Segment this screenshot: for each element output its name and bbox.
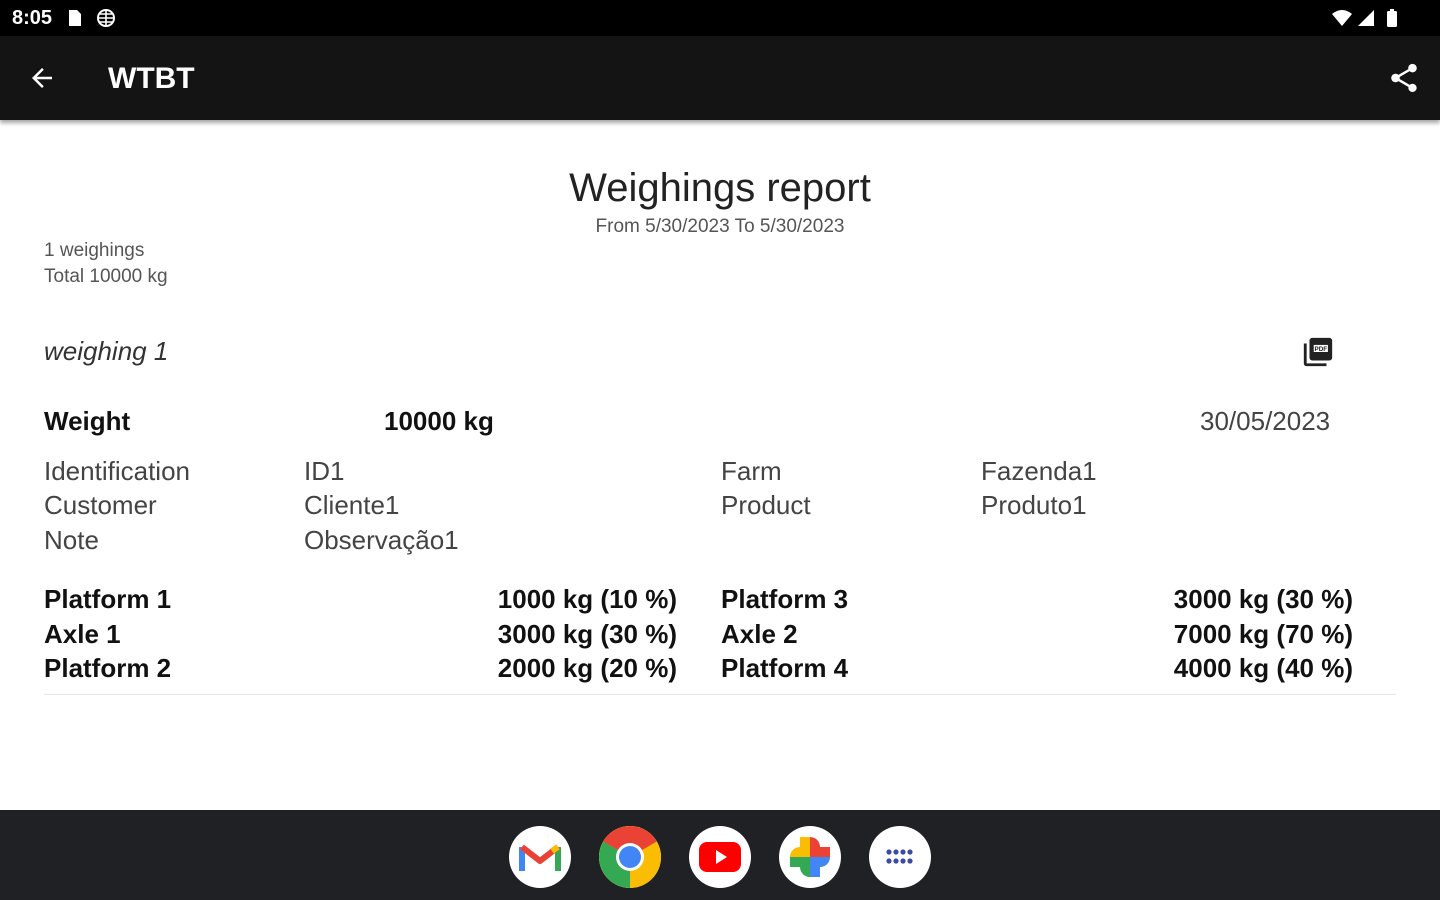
breakdown-left-value: 2000 kg (20 %) bbox=[497, 653, 677, 683]
youtube-app[interactable] bbox=[689, 826, 751, 888]
chrome-app[interactable] bbox=[599, 826, 661, 888]
weight-value: 10000 kg bbox=[384, 406, 494, 436]
google-photos-icon bbox=[790, 837, 830, 877]
weighing-title: weighing 1 bbox=[44, 336, 169, 366]
farm-value: Fazenda1 bbox=[981, 456, 1097, 486]
breakdown-left-label: Platform 2 bbox=[44, 653, 172, 683]
cell-signal-icon bbox=[1358, 10, 1374, 26]
gmail-app[interactable] bbox=[509, 826, 571, 888]
picture-as-pdf-icon: PDF bbox=[1303, 337, 1333, 367]
breakdown-right-label: Axle 2 bbox=[721, 619, 798, 649]
breakdown-left-label: Axle 1 bbox=[44, 619, 121, 649]
svg-text:PDF: PDF bbox=[1314, 346, 1327, 353]
product-value: Produto1 bbox=[981, 490, 1087, 520]
youtube-icon bbox=[699, 842, 741, 872]
breakdown-right-value: 3000 kg (30 %) bbox=[1173, 584, 1353, 614]
breakdown-left-value: 3000 kg (30 %) bbox=[497, 619, 677, 649]
wifi-icon bbox=[1332, 10, 1352, 26]
breakdown-right-value: 4000 kg (40 %) bbox=[1173, 653, 1353, 683]
vpn-globe-icon bbox=[97, 9, 115, 27]
customer-value: Cliente1 bbox=[304, 490, 400, 520]
battery-icon bbox=[1387, 9, 1397, 27]
breakdown-left-value: 1000 kg (10 %) bbox=[497, 584, 677, 614]
report-date-range: From 5/30/2023 To 5/30/2023 bbox=[595, 216, 845, 237]
taskbar-dock bbox=[0, 810, 1440, 900]
gmail-icon bbox=[519, 844, 561, 871]
arrow-back-icon bbox=[32, 68, 52, 88]
weighings-total: Total 10000 kg bbox=[44, 266, 168, 287]
status-time: 8:05 bbox=[12, 7, 53, 29]
chrome-icon bbox=[599, 826, 661, 888]
google-photos-app[interactable] bbox=[779, 826, 841, 888]
app-title: WTBT bbox=[108, 62, 195, 95]
weight-label: Weight bbox=[44, 406, 131, 436]
note-value: Observação1 bbox=[304, 525, 459, 555]
weighing-date: 30/05/2023 bbox=[1200, 406, 1331, 436]
app-drawer-icon bbox=[886, 849, 913, 864]
note-label: Note bbox=[44, 525, 99, 555]
back-button[interactable] bbox=[22, 58, 62, 98]
breakdown-right-label: Platform 3 bbox=[721, 584, 849, 614]
share-button[interactable] bbox=[1384, 58, 1424, 98]
customer-label: Customer bbox=[44, 490, 157, 520]
product-label: Product bbox=[721, 490, 811, 520]
card-divider bbox=[44, 694, 1396, 695]
identification-value: ID1 bbox=[304, 456, 345, 486]
breakdown-right-value: 7000 kg (70 %) bbox=[1173, 619, 1353, 649]
export-pdf-button[interactable]: PDF bbox=[1298, 332, 1338, 372]
farm-label: Farm bbox=[721, 456, 782, 486]
app-bar: WTBT bbox=[0, 36, 1440, 120]
app-drawer-button[interactable] bbox=[869, 826, 931, 888]
status-bar: 8:05 bbox=[0, 0, 1440, 36]
identification-label: Identification bbox=[44, 456, 190, 486]
share-icon bbox=[1391, 63, 1417, 93]
breakdown-left-label: Platform 1 bbox=[44, 584, 172, 614]
sd-card-icon bbox=[69, 10, 81, 26]
weighings-count: 1 weighings bbox=[44, 240, 145, 261]
breakdown-right-label: Platform 4 bbox=[721, 653, 849, 683]
report-title: Weighings report bbox=[569, 166, 871, 210]
